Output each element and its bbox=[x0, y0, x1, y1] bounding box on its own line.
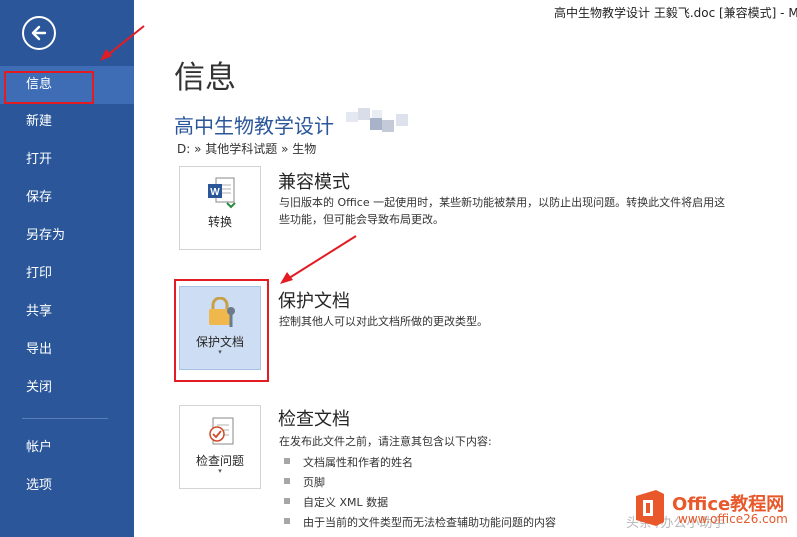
backstage-sidebar: 信息 新建 打开 保存 另存为 打印 共享 导出 关闭 帐户 选项 bbox=[0, 0, 134, 537]
nav-open[interactable]: 打开 bbox=[0, 141, 134, 179]
nav-new[interactable]: 新建 bbox=[0, 103, 134, 141]
inspect-document-icon bbox=[209, 417, 234, 445]
protect-description: 控制其他人可以对此文档所做的更改类型。 bbox=[279, 315, 488, 328]
nav-export[interactable]: 导出 bbox=[0, 331, 134, 369]
convert-label: 转换 bbox=[207, 215, 232, 229]
window-title: 高中生物教学设计 王毅飞.doc [兼容模式] - M bbox=[554, 6, 797, 20]
svg-text:W: W bbox=[210, 187, 220, 198]
check-issues-button[interactable]: 检查问题 ▾ bbox=[179, 405, 261, 489]
sidebar-divider bbox=[22, 418, 108, 419]
list-item: 页脚 bbox=[284, 474, 325, 490]
chevron-down-icon: ▾ bbox=[218, 467, 222, 475]
watermark-url: www.office26.com bbox=[678, 512, 788, 526]
annotation-arrow-icon bbox=[280, 235, 357, 284]
nav-print[interactable]: 打印 bbox=[0, 255, 134, 293]
convert-button[interactable]: W 转换 bbox=[179, 166, 261, 250]
list-item: 自定义 XML 数据 bbox=[284, 494, 388, 510]
nav-options[interactable]: 选项 bbox=[0, 467, 134, 505]
inspect-description: 在发布此文件之前，请注意其包含以下内容: bbox=[279, 435, 492, 448]
nav-close[interactable]: 关闭 bbox=[0, 369, 134, 407]
nav-info[interactable]: 信息 bbox=[0, 66, 134, 104]
nav-save-as[interactable]: 另存为 bbox=[0, 217, 134, 255]
document-path[interactable]: D: » 其他学科试题 » 生物 bbox=[177, 140, 316, 157]
protect-document-button[interactable]: 保护文档 ▾ bbox=[179, 286, 261, 370]
lock-key-icon bbox=[209, 297, 235, 327]
word-convert-icon: W bbox=[208, 177, 236, 209]
document-title: 高中生物教学设计 bbox=[174, 114, 334, 138]
protect-heading: 保护文档 bbox=[278, 291, 350, 312]
chevron-down-icon: ▾ bbox=[218, 348, 222, 356]
back-arrow-icon[interactable] bbox=[22, 16, 56, 50]
list-item: 文档属性和作者的姓名 bbox=[284, 454, 413, 470]
mosaic-blur-icon bbox=[346, 108, 408, 132]
nav-account[interactable]: 帐户 bbox=[0, 429, 134, 467]
page-title: 信息 bbox=[174, 60, 236, 96]
nav-share[interactable]: 共享 bbox=[0, 293, 134, 331]
compat-description: 与旧版本的 Office 一起使用时，某些新功能被禁用，以防止出现问题。转换此文… bbox=[279, 196, 726, 226]
inspect-heading: 检查文档 bbox=[278, 409, 350, 430]
list-item: 由于当前的文件类型而无法检查辅助功能问题的内容 bbox=[284, 514, 556, 530]
compat-heading: 兼容模式 bbox=[278, 172, 350, 193]
nav-save[interactable]: 保存 bbox=[0, 179, 134, 217]
office-logo-icon bbox=[636, 490, 664, 526]
